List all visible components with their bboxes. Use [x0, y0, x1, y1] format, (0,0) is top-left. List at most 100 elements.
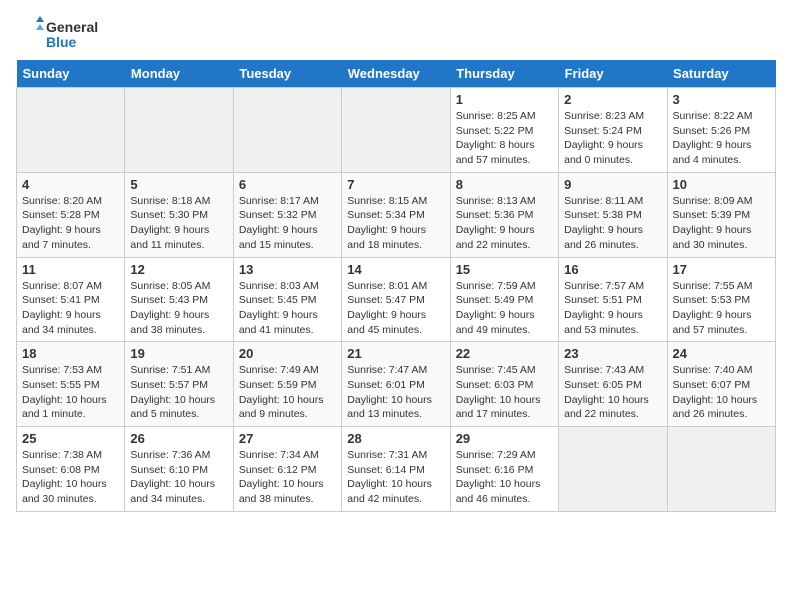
day-info: Sunrise: 8:13 AM Sunset: 5:36 PM Dayligh… — [456, 194, 553, 253]
calendar-cell — [17, 88, 125, 173]
weekday-header-wednesday: Wednesday — [342, 60, 450, 88]
day-info: Sunrise: 8:11 AM Sunset: 5:38 PM Dayligh… — [564, 194, 661, 253]
day-info: Sunrise: 7:51 AM Sunset: 5:57 PM Dayligh… — [130, 363, 227, 422]
logo: General Blue — [16, 16, 106, 52]
day-number: 13 — [239, 262, 336, 277]
day-number: 28 — [347, 431, 444, 446]
day-info: Sunrise: 7:57 AM Sunset: 5:51 PM Dayligh… — [564, 279, 661, 338]
day-number: 9 — [564, 177, 661, 192]
day-number: 11 — [22, 262, 119, 277]
day-info: Sunrise: 8:15 AM Sunset: 5:34 PM Dayligh… — [347, 194, 444, 253]
day-number: 17 — [673, 262, 770, 277]
calendar-cell — [125, 88, 233, 173]
calendar-cell — [559, 427, 667, 512]
day-number: 20 — [239, 346, 336, 361]
day-info: Sunrise: 7:40 AM Sunset: 6:07 PM Dayligh… — [673, 363, 770, 422]
week-row-1: 1Sunrise: 8:25 AM Sunset: 5:22 PM Daylig… — [17, 88, 776, 173]
day-number: 23 — [564, 346, 661, 361]
day-number: 2 — [564, 92, 661, 107]
calendar-cell: 19 Sunrise: 7:51 AM Sunset: 5:57 PM Dayli… — [125, 342, 233, 427]
calendar-table: SundayMondayTuesdayWednesdayThursdayFrid… — [16, 60, 776, 512]
day-number: 29 — [456, 431, 553, 446]
calendar-cell: 3 Sunrise: 8:22 AM Sunset: 5:26 PM Daylig… — [667, 88, 775, 173]
week-row-3: 11 Sunrise: 8:07 AM Sunset: 5:41 PM Dayli… — [17, 257, 776, 342]
day-number: 12 — [130, 262, 227, 277]
weekday-header-friday: Friday — [559, 60, 667, 88]
day-info: Sunrise: 7:36 AM Sunset: 6:10 PM Dayligh… — [130, 448, 227, 507]
day-number: 7 — [347, 177, 444, 192]
calendar-cell — [233, 88, 341, 173]
weekday-header-thursday: Thursday — [450, 60, 558, 88]
day-info: Sunrise: 8:17 AM Sunset: 5:32 PM Dayligh… — [239, 194, 336, 253]
calendar-cell: 28 Sunrise: 7:31 AM Sunset: 6:14 PM Dayli… — [342, 427, 450, 512]
day-number: 22 — [456, 346, 553, 361]
calendar-cell: 10 Sunrise: 8:09 AM Sunset: 5:39 PM Dayli… — [667, 172, 775, 257]
calendar-cell: 16 Sunrise: 7:57 AM Sunset: 5:51 PM Dayli… — [559, 257, 667, 342]
day-number: 8 — [456, 177, 553, 192]
day-info: Sunrise: 8:03 AM Sunset: 5:45 PM Dayligh… — [239, 279, 336, 338]
week-row-4: 18Sunrise: 7:53 AM Sunset: 5:55 PM Dayli… — [17, 342, 776, 427]
day-number: 15 — [456, 262, 553, 277]
day-number: 4 — [22, 177, 119, 192]
day-number: 26 — [130, 431, 227, 446]
calendar-cell: 12Sunrise: 8:05 AM Sunset: 5:43 PM Dayli… — [125, 257, 233, 342]
weekday-header-monday: Monday — [125, 60, 233, 88]
day-number: 16 — [564, 262, 661, 277]
week-row-2: 4 Sunrise: 8:20 AM Sunset: 5:28 PM Daylig… — [17, 172, 776, 257]
weekday-header-saturday: Saturday — [667, 60, 775, 88]
page-header: General Blue — [16, 16, 776, 52]
calendar-cell: 14Sunrise: 8:01 AM Sunset: 5:47 PM Dayli… — [342, 257, 450, 342]
week-row-5: 25Sunrise: 7:38 AM Sunset: 6:08 PM Dayli… — [17, 427, 776, 512]
calendar-cell: 21 Sunrise: 7:47 AM Sunset: 6:01 PM Dayli… — [342, 342, 450, 427]
calendar-cell: 5Sunrise: 8:18 AM Sunset: 5:30 PM Daylig… — [125, 172, 233, 257]
day-number: 10 — [673, 177, 770, 192]
day-info: Sunrise: 7:59 AM Sunset: 5:49 PM Dayligh… — [456, 279, 553, 338]
calendar-cell: 29Sunrise: 7:29 AM Sunset: 6:16 PM Dayli… — [450, 427, 558, 512]
calendar-cell — [342, 88, 450, 173]
day-info: Sunrise: 7:55 AM Sunset: 5:53 PM Dayligh… — [673, 279, 770, 338]
day-info: Sunrise: 8:22 AM Sunset: 5:26 PM Dayligh… — [673, 109, 770, 168]
day-info: Sunrise: 8:09 AM Sunset: 5:39 PM Dayligh… — [673, 194, 770, 253]
calendar-cell: 4 Sunrise: 8:20 AM Sunset: 5:28 PM Daylig… — [17, 172, 125, 257]
calendar-cell: 24 Sunrise: 7:40 AM Sunset: 6:07 PM Dayli… — [667, 342, 775, 427]
day-number: 1 — [456, 92, 553, 107]
calendar-cell: 22 Sunrise: 7:45 AM Sunset: 6:03 PM Dayli… — [450, 342, 558, 427]
svg-text:Blue: Blue — [46, 34, 77, 50]
calendar-cell: 1Sunrise: 8:25 AM Sunset: 5:22 PM Daylig… — [450, 88, 558, 173]
calendar-cell — [667, 427, 775, 512]
day-info: Sunrise: 7:49 AM Sunset: 5:59 PM Dayligh… — [239, 363, 336, 422]
calendar-cell: 25Sunrise: 7:38 AM Sunset: 6:08 PM Dayli… — [17, 427, 125, 512]
day-info: Sunrise: 7:34 AM Sunset: 6:12 PM Dayligh… — [239, 448, 336, 507]
day-number: 21 — [347, 346, 444, 361]
calendar-cell: 9 Sunrise: 8:11 AM Sunset: 5:38 PM Daylig… — [559, 172, 667, 257]
weekday-header-tuesday: Tuesday — [233, 60, 341, 88]
calendar-cell: 11 Sunrise: 8:07 AM Sunset: 5:41 PM Dayli… — [17, 257, 125, 342]
day-number: 3 — [673, 92, 770, 107]
day-info: Sunrise: 8:23 AM Sunset: 5:24 PM Dayligh… — [564, 109, 661, 168]
calendar-cell: 17 Sunrise: 7:55 AM Sunset: 5:53 PM Dayli… — [667, 257, 775, 342]
day-info: Sunrise: 8:01 AM Sunset: 5:47 PM Dayligh… — [347, 279, 444, 338]
day-info: Sunrise: 7:47 AM Sunset: 6:01 PM Dayligh… — [347, 363, 444, 422]
calendar-cell: 27 Sunrise: 7:34 AM Sunset: 6:12 PM Dayli… — [233, 427, 341, 512]
day-info: Sunrise: 7:45 AM Sunset: 6:03 PM Dayligh… — [456, 363, 553, 422]
day-info: Sunrise: 7:43 AM Sunset: 6:05 PM Dayligh… — [564, 363, 661, 422]
day-info: Sunrise: 7:53 AM Sunset: 5:55 PM Dayligh… — [22, 363, 119, 422]
calendar-cell: 23 Sunrise: 7:43 AM Sunset: 6:05 PM Dayli… — [559, 342, 667, 427]
calendar-cell: 18Sunrise: 7:53 AM Sunset: 5:55 PM Dayli… — [17, 342, 125, 427]
day-number: 19 — [130, 346, 227, 361]
weekday-header-row: SundayMondayTuesdayWednesdayThursdayFrid… — [17, 60, 776, 88]
calendar-cell: 7 Sunrise: 8:15 AM Sunset: 5:34 PM Daylig… — [342, 172, 450, 257]
day-number: 27 — [239, 431, 336, 446]
calendar-cell: 26 Sunrise: 7:36 AM Sunset: 6:10 PM Dayli… — [125, 427, 233, 512]
calendar-cell: 13 Sunrise: 8:03 AM Sunset: 5:45 PM Dayli… — [233, 257, 341, 342]
day-info: Sunrise: 8:20 AM Sunset: 5:28 PM Dayligh… — [22, 194, 119, 253]
day-number: 24 — [673, 346, 770, 361]
weekday-header-sunday: Sunday — [17, 60, 125, 88]
calendar-cell: 6Sunrise: 8:17 AM Sunset: 5:32 PM Daylig… — [233, 172, 341, 257]
day-number: 5 — [130, 177, 227, 192]
day-info: Sunrise: 7:38 AM Sunset: 6:08 PM Dayligh… — [22, 448, 119, 507]
day-info: Sunrise: 7:31 AM Sunset: 6:14 PM Dayligh… — [347, 448, 444, 507]
calendar-cell: 8 Sunrise: 8:13 AM Sunset: 5:36 PM Daylig… — [450, 172, 558, 257]
day-info: Sunrise: 8:07 AM Sunset: 5:41 PM Dayligh… — [22, 279, 119, 338]
calendar-cell: 20 Sunrise: 7:49 AM Sunset: 5:59 PM Dayli… — [233, 342, 341, 427]
